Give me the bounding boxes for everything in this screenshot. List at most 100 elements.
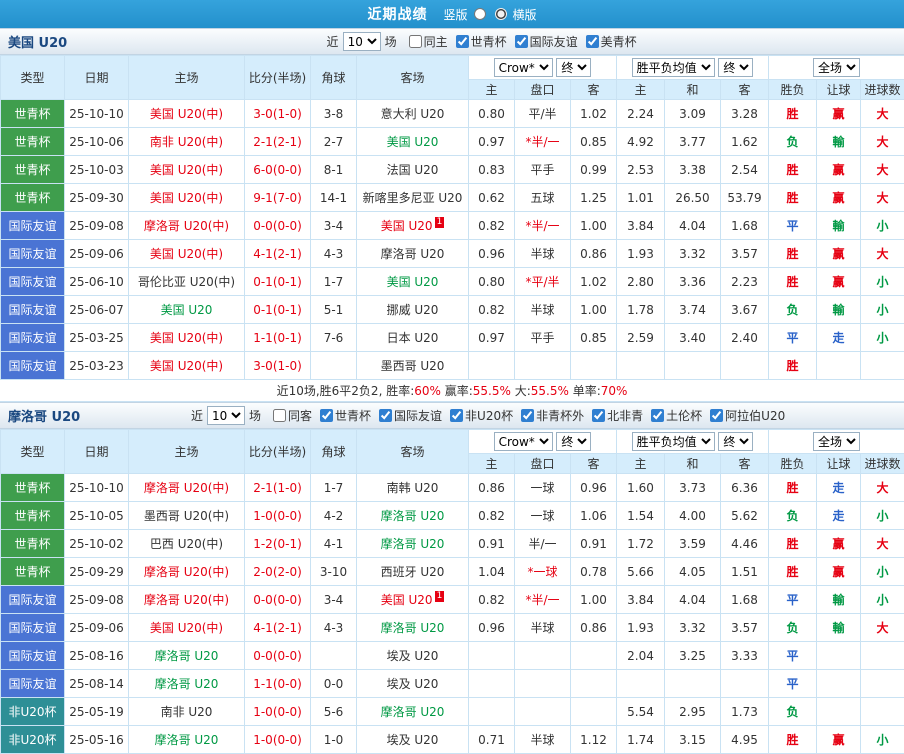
away-team-cell: 摩洛哥 U20 xyxy=(357,240,469,268)
recent-count-select[interactable]: 10 xyxy=(207,406,245,425)
summary-part: 赢率: xyxy=(441,382,473,399)
handicap-line-cell xyxy=(515,352,571,380)
result-handicap-cell: 赢 xyxy=(817,530,861,558)
filter-checkbox[interactable] xyxy=(651,409,664,422)
filter-checkbox[interactable] xyxy=(409,35,422,48)
odds-home-cell: 0.80 xyxy=(469,268,515,296)
away-team-cell: 西班牙 U20 xyxy=(357,558,469,586)
result-wdl-cell: 平 xyxy=(769,670,817,698)
col-avg-home: 主 xyxy=(617,80,665,100)
date-cell: 25-10-10 xyxy=(65,474,129,502)
filter-checkbox[interactable] xyxy=(320,409,333,422)
avg-final-select[interactable]: 终 xyxy=(718,58,753,77)
col-result-wdl: 胜负 xyxy=(769,80,817,100)
horizontal-layout-radio[interactable] xyxy=(495,8,507,20)
vertical-layout-radio[interactable] xyxy=(474,8,486,20)
result-handicap-cell: 赢 xyxy=(817,268,861,296)
result-handicap-cell: 赢 xyxy=(817,100,861,128)
handicap-line-cell: *平/半 xyxy=(515,268,571,296)
filter-checkbox[interactable] xyxy=(450,409,463,422)
filter-option[interactable]: 非青杯外 xyxy=(521,407,584,424)
scope-select[interactable]: 全场 xyxy=(813,58,860,77)
avg-away-cell: 53.79 xyxy=(721,184,769,212)
home-team-cell: 哥伦比亚 U20(中) xyxy=(129,268,245,296)
avg-home-cell: 1.93 xyxy=(617,240,665,268)
filter-option[interactable]: 世青杯 xyxy=(456,33,507,50)
filter-option[interactable]: 同主 xyxy=(409,33,448,50)
avg-home-cell: 2.53 xyxy=(617,156,665,184)
corner-cell xyxy=(311,352,357,380)
filter-group: 同主 世青杯国际友谊美青杯 xyxy=(409,33,637,50)
filter-option[interactable]: 美青杯 xyxy=(586,33,637,50)
recent-count-select[interactable]: 10 xyxy=(343,32,381,51)
avg-away-cell: 2.23 xyxy=(721,268,769,296)
avg-away-cell: 6.36 xyxy=(721,474,769,502)
filter-option[interactable]: 国际友谊 xyxy=(379,407,442,424)
home-team-cell: 美国 U20(中) xyxy=(129,352,245,380)
result-goals-cell xyxy=(861,698,904,726)
filter-checkbox[interactable] xyxy=(456,35,469,48)
odds-away-cell: 1.00 xyxy=(571,586,617,614)
avg-select[interactable]: 胜平负均值 xyxy=(632,432,715,451)
filter-option[interactable]: 阿拉伯U20 xyxy=(710,407,785,424)
match-row: 世青杯25-10-03美国 U20(中)6-0(0-0)8-1法国 U200.8… xyxy=(1,156,904,184)
avg-final-select[interactable]: 终 xyxy=(718,432,753,451)
filter-option[interactable]: 同客 xyxy=(273,407,312,424)
filter-option[interactable]: 北非青 xyxy=(592,407,643,424)
corner-cell: 1-7 xyxy=(311,474,357,502)
handicap-line-cell: 半/一 xyxy=(515,530,571,558)
summary-part: 单率: xyxy=(569,382,601,399)
filter-checkbox[interactable] xyxy=(521,409,534,422)
bookmaker-select[interactable]: Crow* xyxy=(494,432,553,451)
filter-option[interactable]: 世青杯 xyxy=(320,407,371,424)
result-wdl-cell: 胜 xyxy=(769,184,817,212)
filter-checkbox[interactable] xyxy=(586,35,599,48)
date-cell: 25-09-06 xyxy=(65,240,129,268)
col-result-handicap: 让球 xyxy=(817,80,861,100)
odds-final-select[interactable]: 终 xyxy=(556,58,591,77)
odds-away-cell: 0.99 xyxy=(571,156,617,184)
odds-away-cell: 1.25 xyxy=(571,184,617,212)
filter-checkbox[interactable] xyxy=(515,35,528,48)
odds-home-cell xyxy=(469,352,515,380)
odds-final-select[interactable]: 终 xyxy=(556,432,591,451)
avg-select[interactable]: 胜平负均值 xyxy=(632,58,715,77)
corner-cell: 1-0 xyxy=(311,726,357,754)
date-cell: 25-05-16 xyxy=(65,726,129,754)
filter-label: 世青杯 xyxy=(471,33,507,50)
filter-option[interactable]: 土伦杯 xyxy=(651,407,702,424)
result-goals-cell: 小 xyxy=(861,558,904,586)
date-cell: 25-09-30 xyxy=(65,184,129,212)
corner-cell: 3-10 xyxy=(311,558,357,586)
result-handicap-cell xyxy=(817,670,861,698)
scope-select[interactable]: 全场 xyxy=(813,432,860,451)
filter-checkbox[interactable] xyxy=(592,409,605,422)
bookmaker-select[interactable]: Crow* xyxy=(494,58,553,77)
odds-home-cell: 0.71 xyxy=(469,726,515,754)
competition-cell: 国际友谊 xyxy=(1,296,65,324)
team-title: 摩洛哥 U20 xyxy=(8,406,80,425)
filter-checkbox[interactable] xyxy=(273,409,286,422)
filter-option[interactable]: 国际友谊 xyxy=(515,33,578,50)
odds-away-cell: 1.12 xyxy=(571,726,617,754)
score-cell: 1-1(0-1) xyxy=(245,324,311,352)
home-team-cell: 摩洛哥 U20(中) xyxy=(129,586,245,614)
result-wdl-cell: 平 xyxy=(769,642,817,670)
result-goals-cell: 小 xyxy=(861,324,904,352)
filter-checkbox[interactable] xyxy=(379,409,392,422)
avg-draw-cell: 4.05 xyxy=(665,558,721,586)
result-handicap-cell: 赢 xyxy=(817,184,861,212)
odds-home-cell: 0.82 xyxy=(469,586,515,614)
col-result-goals: 进球数 xyxy=(861,454,904,474)
avg-draw-cell: 3.32 xyxy=(665,614,721,642)
odds-away-cell: 1.06 xyxy=(571,502,617,530)
result-handicap-cell xyxy=(817,352,861,380)
filter-option[interactable]: 非U20杯 xyxy=(450,407,513,424)
odds-away-cell: 0.91 xyxy=(571,530,617,558)
date-cell: 25-10-10 xyxy=(65,100,129,128)
col-date: 日期 xyxy=(65,430,129,474)
avg-controls: 胜平负均值 终 xyxy=(617,56,769,80)
date-cell: 25-06-10 xyxy=(65,268,129,296)
home-team-cell: 美国 U20(中) xyxy=(129,100,245,128)
filter-checkbox[interactable] xyxy=(710,409,723,422)
